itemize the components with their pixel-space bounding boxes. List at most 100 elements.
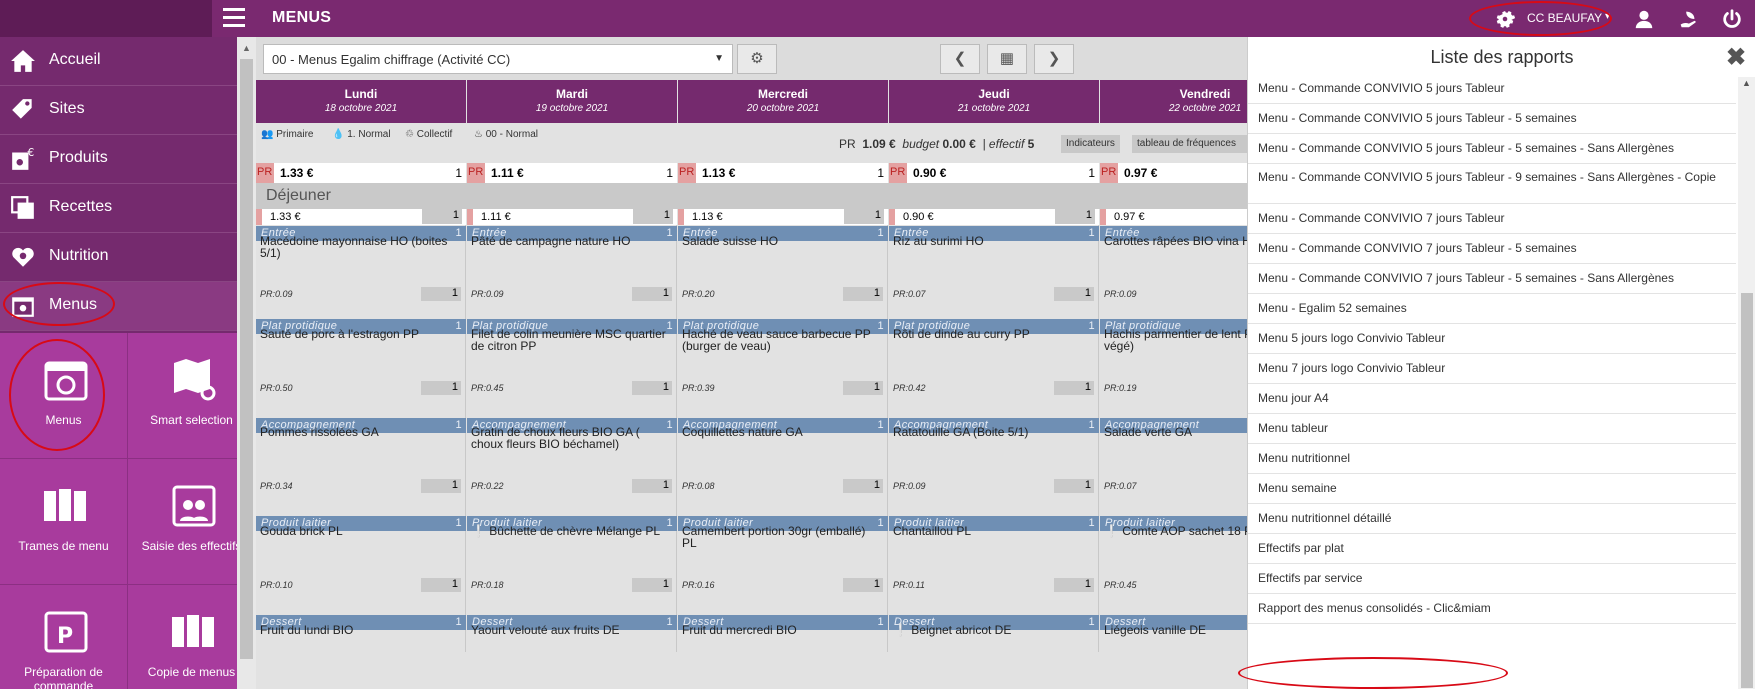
- people-calendar-icon: [172, 485, 216, 527]
- tile-label: Saisie des effectifs: [141, 539, 242, 553]
- report-item[interactable]: Menu 5 jours logo Convivio Tableur: [1248, 324, 1736, 354]
- report-item[interactable]: Menu - Commande CONVIVIO 5 jours Tableur…: [1248, 164, 1736, 204]
- sidebar-item-label: Sites: [49, 100, 85, 117]
- report-item[interactable]: Menu 7 jours logo Convivio Tableur: [1248, 354, 1736, 384]
- scroll-up-icon[interactable]: ▲: [242, 43, 251, 53]
- frequency-table-button[interactable]: tableau de fréquences: [1132, 135, 1247, 153]
- sidebar-item-label: Nutrition: [49, 247, 109, 264]
- tile-trames-de-menu[interactable]: Trames de menu: [0, 459, 128, 585]
- sidebar-item-label: Recettes: [49, 198, 113, 215]
- filter-primaire[interactable]: 👥 Primaire: [261, 129, 313, 140]
- report-item[interactable]: Menu tableur: [1248, 414, 1736, 444]
- chevron-down-icon[interactable]: ▾: [1605, 11, 1610, 22]
- menu-meta: 👥 Primaire 💧 1. Normal ♲ Collectif ♨ 00 …: [256, 123, 1247, 165]
- sidebar-nav: Accueil Sites € Produits Recettes Nutrit…: [0, 37, 237, 333]
- panel-title: Liste des rapports: [1430, 47, 1574, 67]
- pot-icon: ♨: [474, 129, 483, 140]
- sidebar-item-accueil[interactable]: Accueil: [0, 37, 237, 86]
- sidebar-item-label: Produits: [49, 149, 108, 166]
- scrollbar-thumb[interactable]: [240, 59, 253, 659]
- tile-label: Préparation de commande: [24, 665, 103, 689]
- copy-menus-icon: [172, 615, 214, 647]
- power-icon[interactable]: [1721, 8, 1743, 30]
- menu-summary: PR 1.09 € budget 0.00 € | effectif 5: [839, 137, 1034, 151]
- sidebar-item-menus[interactable]: Menus: [0, 282, 237, 331]
- filter-label: Collectif: [416, 129, 453, 140]
- chevron-right-icon: ❯: [1047, 50, 1061, 67]
- previous-week-button[interactable]: ❮: [940, 44, 980, 74]
- hamburger-menu-icon[interactable]: [223, 8, 245, 28]
- report-item[interactable]: Menu - Commande CONVIVIO 7 jours Tableur: [1248, 204, 1736, 234]
- report-item[interactable]: Menu semaine: [1248, 474, 1736, 504]
- tile-menus[interactable]: Menus: [0, 333, 128, 459]
- menu-settings-button[interactable]: ⚙: [737, 44, 777, 74]
- sidebar-item-sites[interactable]: Sites: [0, 86, 237, 135]
- leaf-hand-icon[interactable]: [1677, 8, 1699, 30]
- report-item[interactable]: Rapport des menus consolidés - Clic&miam: [1248, 594, 1736, 624]
- close-icon[interactable]: ✖: [1726, 43, 1746, 72]
- scrollbar-thumb[interactable]: [1741, 293, 1753, 688]
- tile-label: Trames de menu: [18, 539, 109, 553]
- heart-apple-icon: [12, 247, 34, 267]
- report-item[interactable]: Effectifs par service: [1248, 564, 1736, 594]
- filter-collectif[interactable]: ♲ Collectif: [405, 129, 452, 140]
- day-header: Jeudi 21 octobre 2021: [889, 80, 1099, 123]
- calendar-icon: ▦: [999, 50, 1015, 67]
- effectif-label: | effectif: [982, 137, 1025, 151]
- report-item[interactable]: Menu nutritionnel: [1248, 444, 1736, 474]
- day-date: 21 octobre 2021: [957, 103, 1031, 114]
- report-item[interactable]: Menu - Commande CONVIVIO 5 jours Tableur…: [1248, 134, 1736, 164]
- report-item[interactable]: Menu - Commande CONVIVIO 7 jours Tableur…: [1248, 234, 1736, 264]
- tile-preparation-de-commande[interactable]: P Préparation de commande: [0, 585, 128, 689]
- indicateurs-button[interactable]: Indicateurs: [1061, 135, 1120, 153]
- budget-label: budget: [902, 137, 940, 151]
- filter-label: Primaire: [276, 129, 314, 140]
- filter-texture[interactable]: ♨ 00 - Normal: [474, 129, 538, 140]
- report-item[interactable]: Menu - Commande CONVIVIO 5 jours Tableur…: [1248, 104, 1736, 134]
- sidebar-scrollbar[interactable]: ▲: [237, 37, 256, 689]
- menu-select[interactable]: 00 - Menus Egalim chiffrage (Activité CC…: [263, 44, 733, 74]
- chevron-down-icon: ▼: [714, 53, 724, 64]
- filter-regime[interactable]: 💧 1. Normal: [332, 129, 391, 140]
- sidebar-item-produits[interactable]: € Produits: [0, 135, 237, 184]
- report-item[interactable]: Effectifs par plat: [1248, 534, 1736, 564]
- day-header: Mardi 19 octobre 2021: [467, 80, 677, 123]
- home-icon: [11, 50, 35, 72]
- user-icon[interactable]: [1633, 8, 1655, 30]
- reports-scrollbar[interactable]: ▲: [1738, 77, 1755, 689]
- report-item[interactable]: Menu nutritionnel détaillé: [1248, 504, 1736, 534]
- sidebar-item-nutrition[interactable]: Nutrition: [0, 233, 237, 282]
- filter-label: 00 - Normal: [485, 129, 538, 140]
- report-item[interactable]: Menu - Commande CONVIVIO 7 jours Tableur…: [1248, 264, 1736, 294]
- calendar-button[interactable]: ▦: [987, 44, 1027, 74]
- pr-value: 1.09 €: [862, 137, 896, 151]
- menu-select-value: 00 - Menus Egalim chiffrage (Activité CC…: [272, 52, 511, 67]
- report-item[interactable]: Menu - Commande CONVIVIO 5 jours Tableur: [1248, 74, 1736, 104]
- user-site-selector[interactable]: CC BEAUFAY: [1527, 11, 1602, 25]
- tile-label: Copie de menus: [147, 665, 236, 679]
- menu-calendar-icon: [12, 297, 34, 317]
- drop-icon: 💧: [332, 129, 345, 140]
- stacked-menus-icon: [44, 489, 86, 521]
- day-name: Lundi: [344, 87, 378, 101]
- product-euro-icon: €: [12, 146, 34, 170]
- next-week-button[interactable]: ❯: [1034, 44, 1074, 74]
- scroll-up-icon[interactable]: ▲: [1742, 78, 1751, 88]
- day-header: Lundi 18 octobre 2021: [256, 80, 466, 123]
- day-date: 20 octobre 2021: [746, 103, 820, 114]
- sidebar-item-recettes[interactable]: Recettes: [0, 184, 237, 233]
- app-window: MENUS CC BEAUFAY ▾ Accueil Sites € Produ…: [0, 0, 1755, 689]
- report-item[interactable]: Menu jour A4: [1248, 384, 1736, 414]
- sidebar-item-label: Menus: [49, 296, 98, 313]
- gear-icon[interactable]: [1494, 8, 1516, 30]
- tile-label: Menus: [45, 413, 82, 427]
- menu-planner: 00 - Menus Egalim chiffrage (Activité CC…: [256, 37, 1310, 689]
- top-bar: MENUS CC BEAUFAY ▾: [0, 0, 1755, 37]
- page-title: MENUS: [272, 9, 332, 26]
- day-header: Mercredi 20 octobre 2021: [678, 80, 888, 123]
- svg-text:€: €: [27, 146, 34, 159]
- report-item[interactable]: Menu - Egalim 52 semaines: [1248, 294, 1736, 324]
- effectif-value: 5: [1027, 137, 1035, 151]
- reports-panel: Liste des rapports ✖ Menu - Commande CON…: [1238, 37, 1755, 689]
- budget-value: 0.00 €: [942, 137, 976, 151]
